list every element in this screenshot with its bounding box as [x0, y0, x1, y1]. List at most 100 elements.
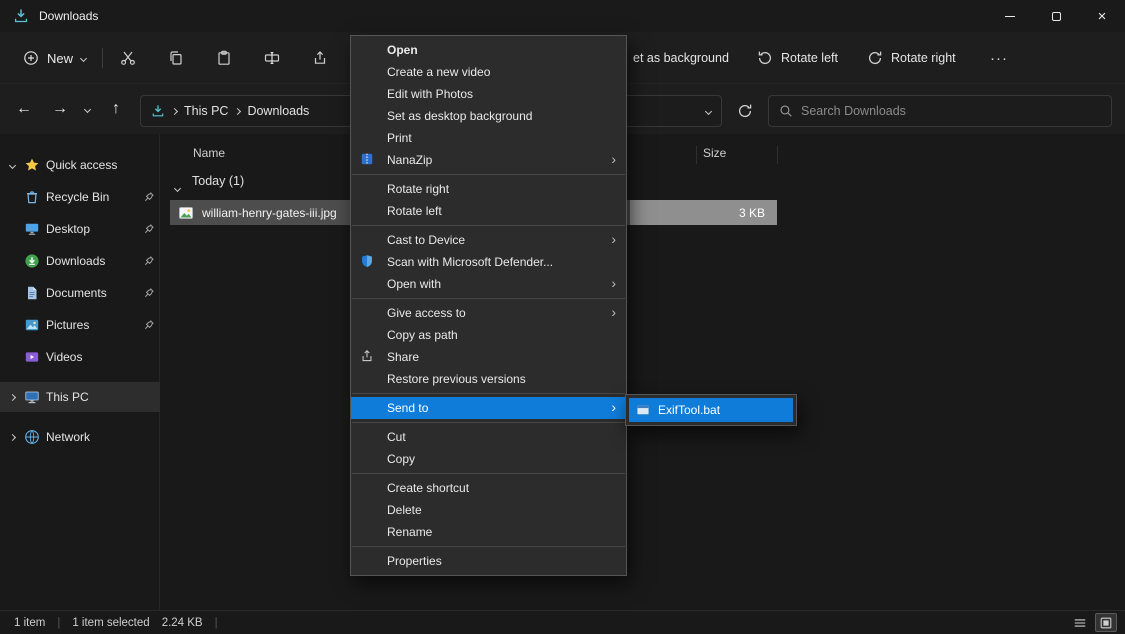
- item-count: 1 item: [14, 617, 45, 629]
- sidebar-item-downloads[interactable]: Downloads: [0, 246, 160, 276]
- set-as-background-label: et as background: [633, 51, 729, 65]
- menu-item-cast-to-device[interactable]: Cast to Device ›: [351, 229, 626, 251]
- menu-item-label: Create a new video: [387, 65, 490, 79]
- close-button[interactable]: ×: [1079, 0, 1125, 32]
- menu-separator: [352, 393, 625, 394]
- menu-item-rotate-left[interactable]: Rotate left: [351, 200, 626, 222]
- menu-item-rename[interactable]: Rename: [351, 521, 626, 543]
- breadcrumb-this-pc[interactable]: This PC: [184, 104, 228, 118]
- new-button[interactable]: New: [12, 42, 97, 74]
- chevron-right-icon[interactable]: [0, 435, 24, 440]
- menu-item-delete[interactable]: Delete: [351, 499, 626, 521]
- sidebar-item-desktop[interactable]: Desktop: [0, 214, 160, 244]
- sidebar-item-network[interactable]: Network: [0, 422, 160, 452]
- rotate-left-button[interactable]: Rotate left: [748, 42, 847, 74]
- menu-item-create-shortcut[interactable]: Create shortcut: [351, 477, 626, 499]
- menu-item-label: Share: [387, 350, 419, 364]
- details-view-button[interactable]: [1069, 613, 1091, 632]
- menu-separator: [352, 298, 625, 299]
- submenu-item-label: ExifTool.bat: [658, 403, 720, 417]
- window-controls: ×: [987, 0, 1125, 32]
- context-menu: Open Create a new video Edit with Photos…: [350, 35, 627, 576]
- back-button[interactable]: ←: [8, 93, 40, 125]
- maximize-icon: [1052, 12, 1061, 21]
- chevron-down-icon[interactable]: [0, 163, 24, 168]
- sidebar-item-videos[interactable]: Videos: [0, 342, 160, 372]
- file-explorer-window: Downloads × New et as backg: [0, 0, 1125, 634]
- paste-button[interactable]: [206, 42, 242, 74]
- breadcrumb-downloads[interactable]: Downloads: [247, 104, 309, 118]
- menu-item-label: Cast to Device: [387, 233, 465, 247]
- menu-item-rotate-right[interactable]: Rotate right: [351, 178, 626, 200]
- sidebar-item-documents[interactable]: Documents: [0, 278, 160, 308]
- menu-item-defender-scan[interactable]: Scan with Microsoft Defender...: [351, 251, 626, 273]
- menu-separator: [352, 225, 625, 226]
- rename-icon: [264, 50, 280, 66]
- set-as-background-button[interactable]: et as background: [624, 42, 738, 74]
- rotate-right-button[interactable]: Rotate right: [858, 42, 965, 74]
- menu-item-cut[interactable]: Cut: [351, 426, 626, 448]
- copy-button[interactable]: [158, 42, 194, 74]
- sidebar-quick-access[interactable]: Quick access: [0, 150, 160, 180]
- chevron-right-icon[interactable]: [0, 395, 24, 400]
- address-dropdown-chevron[interactable]: [705, 107, 712, 114]
- group-header-today[interactable]: Today (1): [192, 174, 244, 188]
- share-icon: [312, 50, 328, 66]
- column-divider[interactable]: [777, 146, 778, 164]
- menu-item-send-to[interactable]: Send to ›: [351, 397, 626, 419]
- pin-icon: [138, 287, 160, 299]
- menu-item-open[interactable]: Open: [351, 39, 626, 61]
- sidebar-item-recycle-bin[interactable]: Recycle Bin: [0, 182, 160, 212]
- minimize-button[interactable]: [987, 0, 1033, 32]
- column-divider[interactable]: [696, 146, 697, 164]
- more-options-button[interactable]: ···: [982, 42, 1016, 74]
- column-header-size[interactable]: Size: [703, 146, 726, 160]
- menu-item-label: Rename: [387, 525, 432, 539]
- menu-item-properties[interactable]: Properties: [351, 550, 626, 572]
- details-view-icon: [1073, 616, 1087, 630]
- menu-item-copy[interactable]: Copy: [351, 448, 626, 470]
- menu-item-edit-with-photos[interactable]: Edit with Photos: [351, 83, 626, 105]
- status-divider: |: [57, 617, 60, 629]
- column-header-name[interactable]: Name: [193, 146, 225, 160]
- sidebar-item-this-pc[interactable]: This PC: [0, 382, 160, 412]
- menu-item-share[interactable]: Share: [351, 346, 626, 368]
- cut-button[interactable]: [110, 42, 146, 74]
- share-button[interactable]: [302, 42, 338, 74]
- send-to-submenu: ExifTool.bat: [625, 394, 797, 426]
- status-divider: |: [215, 617, 218, 629]
- menu-separator: [352, 174, 625, 175]
- menu-item-open-with[interactable]: Open with ›: [351, 273, 626, 295]
- sidebar-item-pictures[interactable]: Pictures: [0, 310, 160, 340]
- exiftool-icon: [636, 403, 650, 417]
- menu-item-set-desktop-background[interactable]: Set as desktop background: [351, 105, 626, 127]
- menu-item-label: Delete: [387, 503, 422, 517]
- menu-item-print[interactable]: Print: [351, 127, 626, 149]
- sidebar-item-label: Desktop: [46, 222, 138, 236]
- menu-item-give-access-to[interactable]: Give access to ›: [351, 302, 626, 324]
- menu-item-nanazip[interactable]: NanaZip ›: [351, 149, 626, 171]
- forward-button[interactable]: →: [44, 93, 76, 125]
- maximize-button[interactable]: [1033, 0, 1079, 32]
- search-input[interactable]: [801, 104, 1101, 118]
- menu-item-copy-as-path[interactable]: Copy as path: [351, 324, 626, 346]
- sidebar-item-label: Recycle Bin: [46, 190, 138, 204]
- window-title: Downloads: [39, 9, 98, 23]
- menu-item-create-new-video[interactable]: Create a new video: [351, 61, 626, 83]
- up-button[interactable]: ↑: [100, 93, 132, 125]
- menu-item-label: Rotate right: [387, 182, 449, 196]
- thumbnail-view-button[interactable]: [1095, 613, 1117, 632]
- submenu-item-exiftool[interactable]: ExifTool.bat: [629, 398, 793, 422]
- image-file-icon: [178, 205, 194, 221]
- recent-locations-chevron[interactable]: [76, 93, 98, 125]
- menu-item-label: Restore previous versions: [387, 372, 526, 386]
- sidebar-item-label: Quick access: [46, 158, 160, 172]
- rename-button[interactable]: [254, 42, 290, 74]
- group-collapse-chevron[interactable]: [175, 180, 180, 194]
- menu-item-label: Scan with Microsoft Defender...: [387, 255, 553, 269]
- menu-item-label: Create shortcut: [387, 481, 469, 495]
- search-icon: [779, 104, 793, 118]
- refresh-button[interactable]: [728, 95, 762, 127]
- copy-icon: [168, 50, 184, 66]
- menu-item-restore-previous-versions[interactable]: Restore previous versions: [351, 368, 626, 390]
